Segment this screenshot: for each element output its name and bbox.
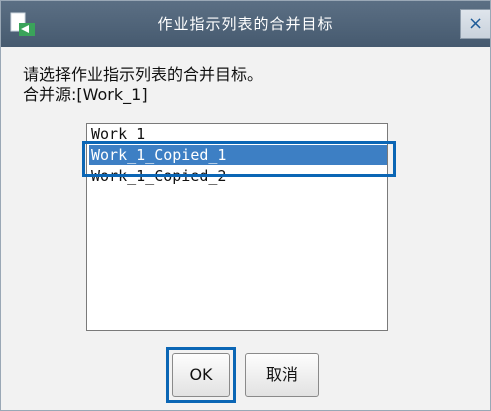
instruction-line: 请选择作业指示列表的合并目标。	[23, 65, 264, 84]
window-title: 作业指示列表的合并目标	[157, 15, 334, 33]
merge-source-label: 合并源:[Work_1]	[23, 85, 148, 104]
list-item-selected[interactable]: Work_1_Copied_1	[89, 145, 387, 165]
instruction-text: 请选择作业指示列表的合并目标。 合并源:[Work_1]	[23, 65, 263, 105]
list-item[interactable]: Work_1_Copied_2	[89, 166, 226, 186]
list-item[interactable]: Work_1	[89, 124, 145, 144]
close-icon[interactable]: ×	[460, 9, 490, 39]
cancel-button[interactable]: 取消	[245, 353, 319, 397]
ok-button[interactable]: OK	[172, 353, 230, 397]
title-bar: 作业指示列表的合并目标 ×	[1, 1, 490, 47]
merge-target-list[interactable]: Work_1 Work_1_Copied_1 Work_1_Copied_2	[86, 123, 388, 331]
merge-target-dialog: 作业指示列表的合并目标 × 请选择作业指示列表的合并目标。 合并源:[Work_…	[0, 0, 491, 411]
